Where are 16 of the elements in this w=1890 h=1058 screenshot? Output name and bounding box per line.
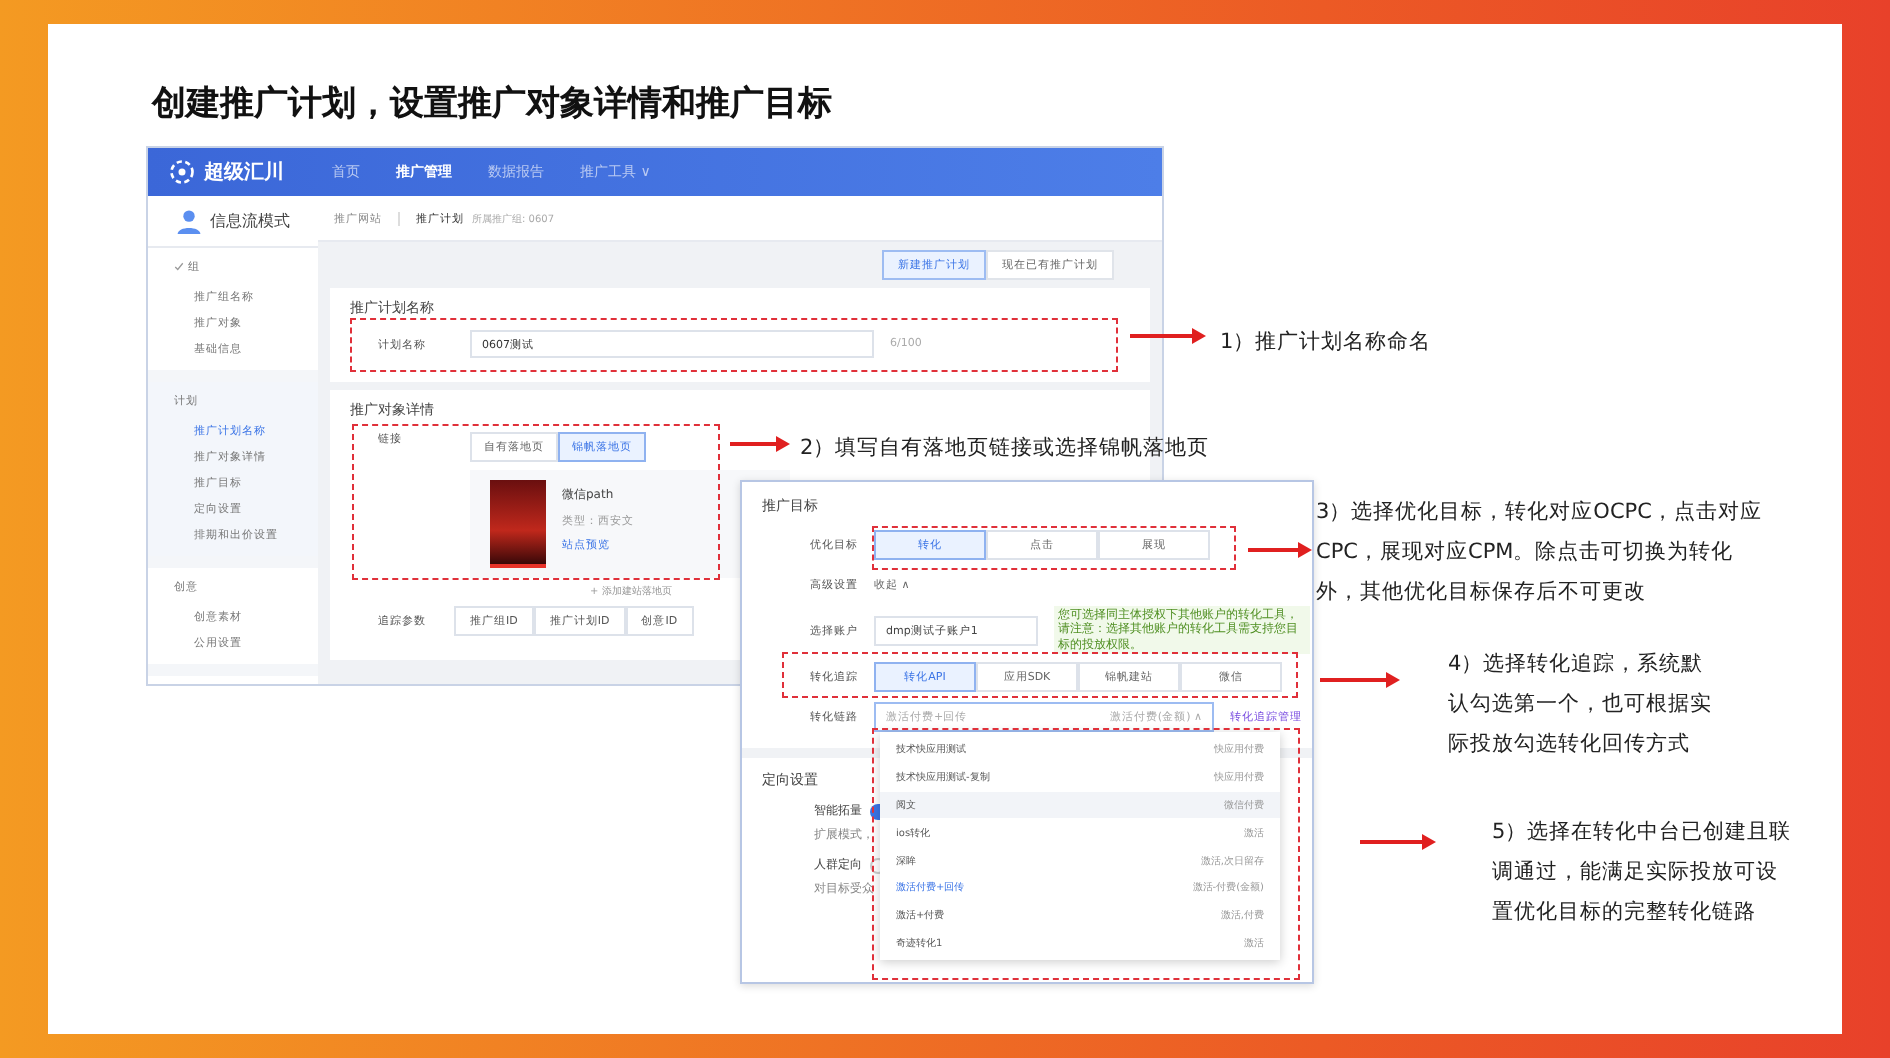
annotation-text: 5）选择在转化中台已创建且联调通过，能满足实际投放可设置优化目标的完整转化链路 bbox=[1492, 818, 1792, 928]
pointer-arrow bbox=[1248, 542, 1312, 558]
annotation-text: 2）填写自有落地页链接或选择锦帆落地页 bbox=[800, 434, 1212, 464]
pointer-arrow bbox=[1360, 834, 1436, 850]
user-icon bbox=[176, 208, 202, 234]
annotation-text: 1）推广计划名称命名 bbox=[1220, 328, 1434, 358]
mode-title: 信息流模式 bbox=[210, 210, 290, 232]
logo-icon bbox=[168, 158, 196, 186]
annotation-text: 3）选择优化目标，转化对应OCPC，点击对应CPC，展现对应CPM。除点击可切换为转化外，其他优化目标保存后不可更改 bbox=[1316, 498, 1764, 608]
poster-placeholder bbox=[490, 480, 546, 568]
logo-text: 超级汇川 bbox=[204, 159, 284, 186]
pointer-arrow bbox=[1320, 672, 1400, 688]
annotation-text: 4）选择转化追踪，系统默认勾选第一个，也可根据实际投放勾选转化回传方式 bbox=[1448, 650, 1714, 760]
slide-title: 创建推广计划，设置推广对象详情和推广目标 bbox=[152, 82, 832, 126]
pointer-arrow bbox=[730, 436, 790, 452]
pointer-arrow bbox=[1130, 328, 1206, 344]
